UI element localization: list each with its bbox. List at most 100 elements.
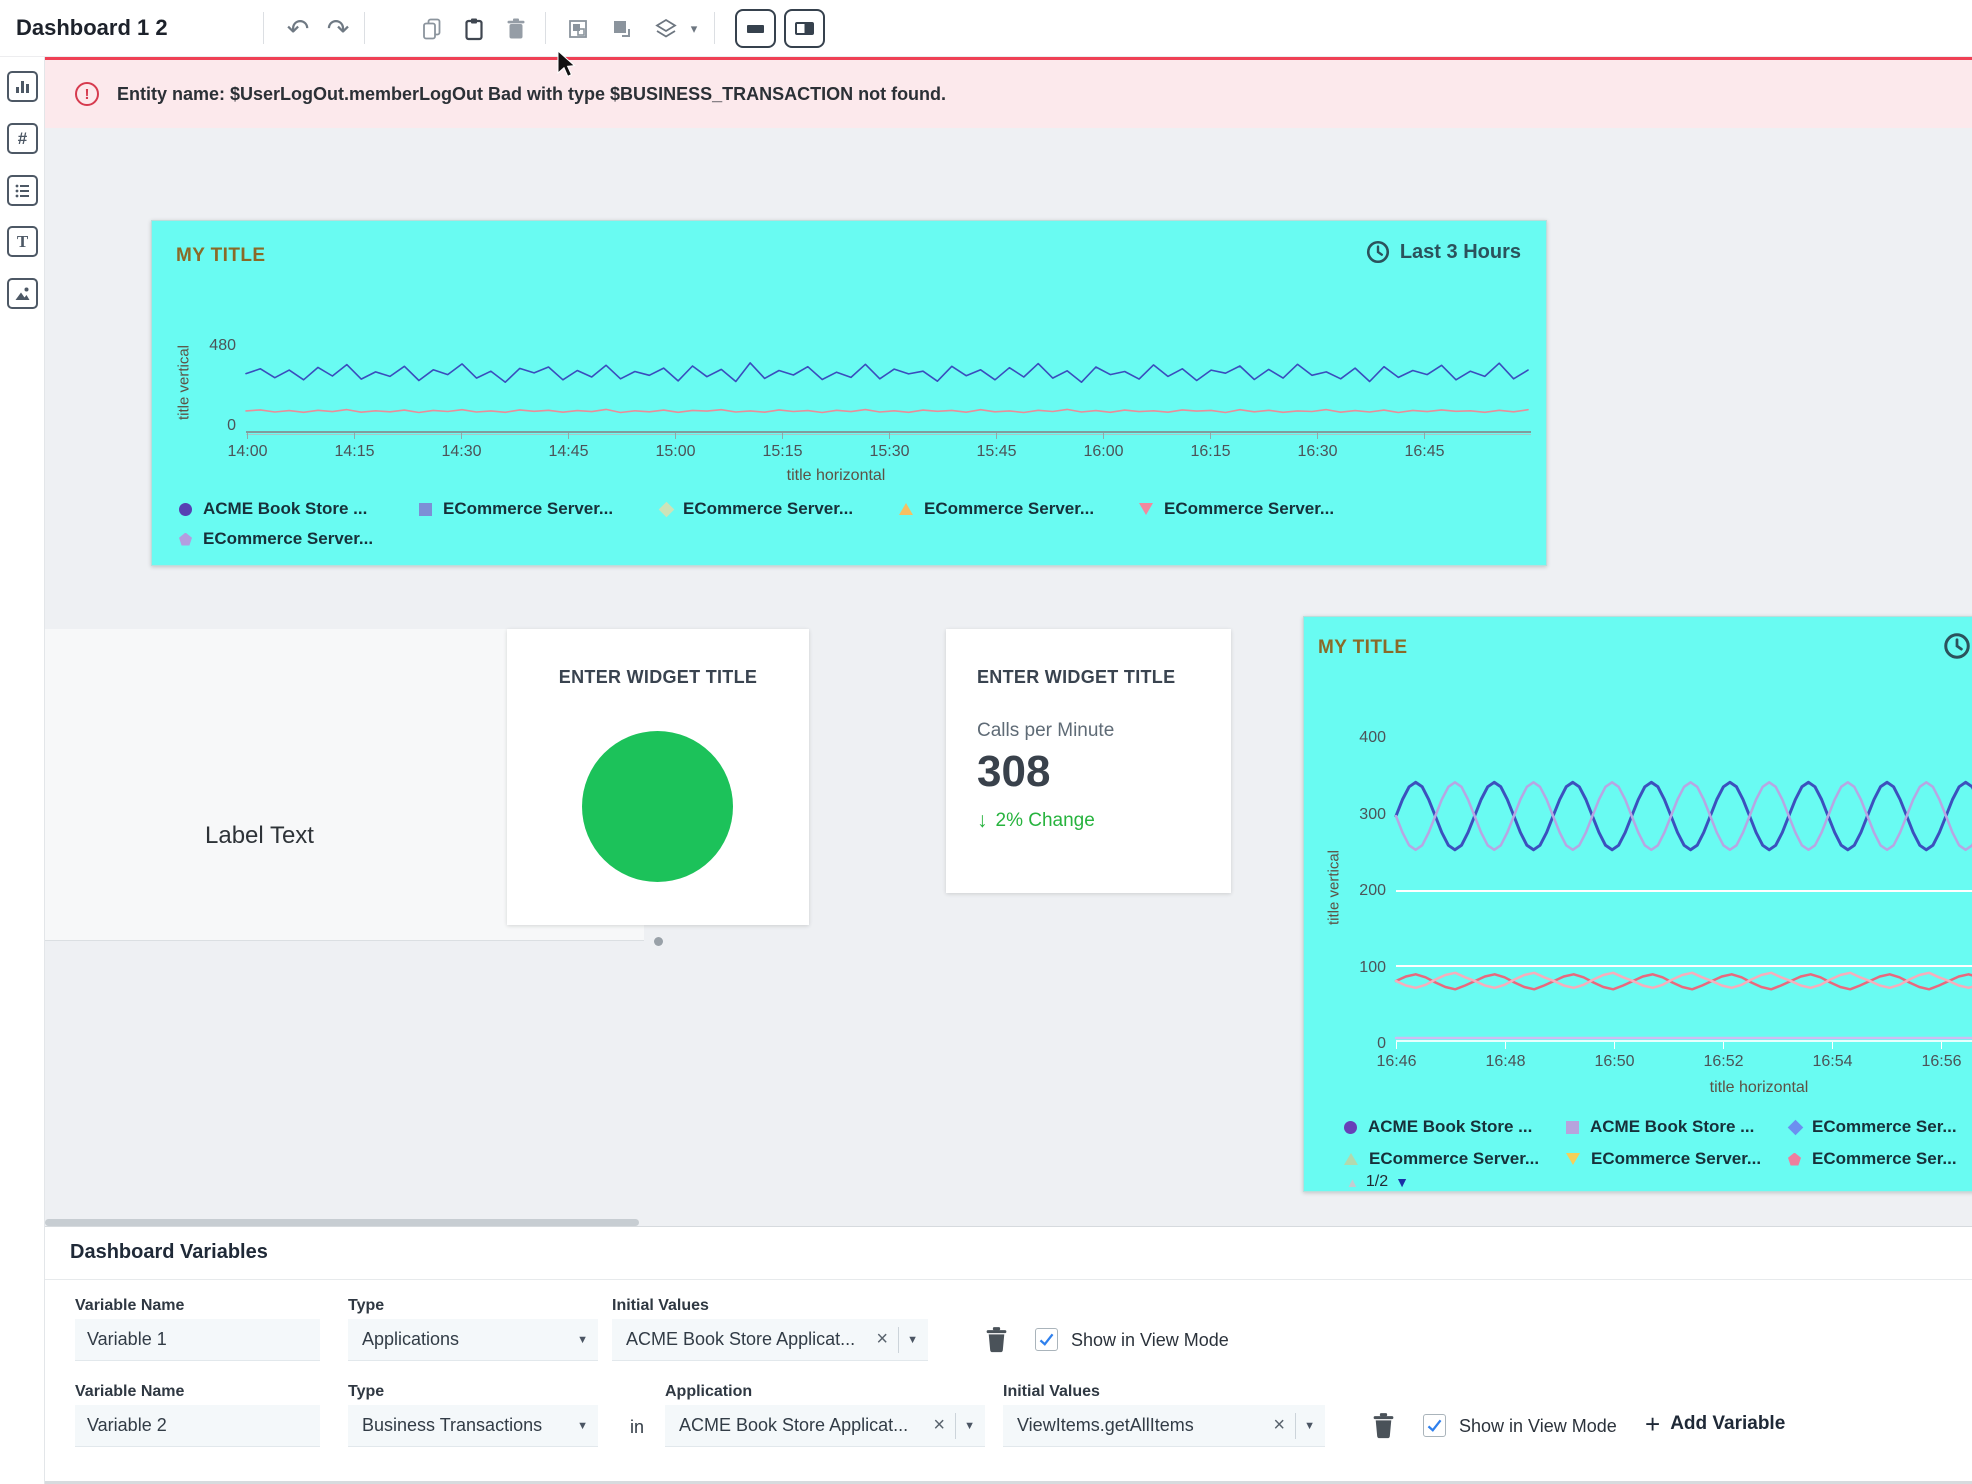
timeseries-widget-1[interactable]: MY TITLE Last 3 Hours title vertical 480… [151, 220, 1547, 566]
clock-icon [1365, 239, 1391, 265]
x-tick: 14:00 [194, 433, 301, 461]
legend-label: ACME Book Store ... [1590, 1117, 1754, 1137]
tick-mark [568, 433, 569, 439]
trash-icon [983, 1325, 1010, 1354]
legend-item[interactable]: ACME Book Store ... [1566, 1117, 1788, 1137]
copy-button[interactable] [414, 11, 450, 47]
error-banner: ! Entity name: $UserLogOut.memberLogOut … [45, 57, 1972, 128]
metric-widget[interactable]: ENTER WIDGET TITLE Calls per Minute 308 … [946, 629, 1231, 893]
chart-legend: ACME Book Store ...ACME Book Store ...EC… [1344, 1117, 1972, 1181]
time-range[interactable] [1942, 631, 1972, 666]
application-select[interactable]: ACME Book Store Applicat... × ▼ [665, 1405, 985, 1447]
add-chart-widget-button[interactable] [7, 71, 38, 102]
dashboard-variables-panel: Dashboard Variables Variable Name Type A… [45, 1226, 1972, 1484]
legend-item[interactable]: ECommerce Server... [1344, 1149, 1566, 1169]
x-tick: 14:30 [408, 433, 515, 461]
legend-item[interactable]: ECommerce Ser... [1788, 1149, 1972, 1169]
chevron-down-icon: ▼ [577, 1334, 588, 1346]
arrow-down-icon: ↓ [977, 809, 988, 833]
initial-values-select[interactable]: ViewItems.getAllItems × ▼ [1003, 1405, 1325, 1447]
x-tick: 14:15 [301, 433, 408, 461]
list-icon [13, 181, 32, 200]
triangle-up-marker-icon [1344, 1153, 1358, 1165]
redo-button[interactable]: ↷ [320, 11, 356, 47]
toggle-bottom-panel-button[interactable] [735, 9, 776, 48]
add-list-widget-button[interactable] [7, 175, 38, 206]
health-widget[interactable]: ENTER WIDGET TITLE [507, 629, 809, 925]
label-text-widget[interactable]: Label Text [205, 822, 314, 850]
triangle-down-marker-icon [1566, 1153, 1580, 1165]
legend-item[interactable]: ECommerce Server... [1566, 1149, 1788, 1169]
legend-item[interactable]: ACME Book Store ... [1344, 1117, 1566, 1137]
horizontal-scrollbar[interactable] [45, 1219, 639, 1226]
selected-initial-value: ACME Book Store Applicat... [626, 1329, 866, 1350]
add-numeric-widget-button[interactable]: # [7, 123, 38, 154]
legend-item[interactable]: ECommerce Server... [419, 499, 659, 519]
page-up-icon[interactable]: ▲ [1346, 1175, 1359, 1190]
layers-button[interactable] [648, 11, 684, 47]
delete-variable-button[interactable] [983, 1325, 1010, 1357]
health-status-circle [582, 731, 733, 882]
add-text-widget-button[interactable]: T [7, 226, 38, 257]
tick-mark [1424, 433, 1425, 439]
chart-line [246, 363, 1528, 382]
timeseries-widget-2[interactable]: MY TITLE title vertical 4003002001000 16… [1303, 616, 1972, 1192]
group-button[interactable] [560, 11, 596, 47]
remove-value-icon[interactable]: × [1273, 1414, 1285, 1437]
tick-mark [782, 433, 783, 439]
plus-icon: + [1645, 1411, 1660, 1437]
circle-marker-icon [179, 503, 192, 516]
legend-item[interactable]: ECommerce Server... [1139, 499, 1379, 519]
legend-item[interactable]: ACME Book Store ... [179, 499, 419, 519]
remove-value-icon[interactable]: × [933, 1414, 945, 1437]
variable-name-input[interactable] [75, 1405, 320, 1447]
type-select[interactable]: Applications ▼ [348, 1319, 598, 1361]
bottom-panel-icon [747, 25, 764, 33]
delete-variable-button[interactable] [1370, 1411, 1397, 1443]
tick-label: 14:15 [334, 443, 374, 461]
chevron-down-icon[interactable]: ▼ [1304, 1420, 1315, 1432]
toggle-right-panel-button[interactable] [784, 9, 825, 48]
divider [898, 1327, 899, 1353]
in-label: in [630, 1417, 644, 1438]
delete-button[interactable] [498, 11, 534, 47]
chevron-down-icon: ▾ [691, 21, 698, 37]
legend-item[interactable]: ECommerce Server... [179, 529, 419, 549]
selected-type: Applications [362, 1329, 569, 1350]
legend-item[interactable]: ECommerce Server... [899, 499, 1139, 519]
page-down-icon[interactable]: ▼ [1395, 1174, 1409, 1190]
toolbar-divider [545, 12, 546, 44]
time-range[interactable]: Last 3 Hours [1365, 239, 1521, 265]
tick-label: 15:00 [655, 443, 695, 461]
triangle-up-marker-icon [899, 503, 913, 515]
x-tick: 15:30 [836, 433, 943, 461]
toolbar-divider [364, 12, 365, 44]
show-in-view-mode-checkbox[interactable] [1423, 1414, 1446, 1437]
ungroup-button[interactable] [604, 11, 640, 47]
show-in-view-mode-checkbox[interactable] [1035, 1328, 1058, 1351]
type-select[interactable]: Business Transactions ▼ [348, 1405, 598, 1447]
legend-label: ECommerce Server... [443, 499, 613, 519]
tick-mark [1941, 1042, 1942, 1049]
tick-label: 14:00 [227, 443, 267, 461]
add-image-widget-button[interactable] [7, 278, 38, 309]
widget-title: ENTER WIDGET TITLE [977, 667, 1175, 688]
add-variable-button[interactable]: + Add Variable [1645, 1411, 1785, 1437]
type-label: Type [348, 1383, 384, 1401]
initial-values-label: Initial Values [1003, 1383, 1100, 1401]
variable-name-input[interactable] [75, 1319, 320, 1361]
chevron-down-icon[interactable]: ▼ [964, 1420, 975, 1432]
initial-values-select[interactable]: ACME Book Store Applicat... × ▼ [612, 1319, 928, 1361]
tick-label: 16:54 [1812, 1053, 1852, 1071]
undo-button[interactable]: ↶ [280, 11, 316, 47]
legend-item[interactable]: ECommerce Server... [659, 499, 899, 519]
remove-value-icon[interactable]: × [876, 1328, 888, 1351]
x-tick: 15:00 [622, 433, 729, 461]
paste-button[interactable] [456, 11, 492, 47]
layers-dropdown-button[interactable]: ▾ [684, 11, 704, 47]
chevron-down-icon[interactable]: ▼ [907, 1334, 918, 1346]
tick-label: 14:30 [441, 443, 481, 461]
resize-handle[interactable] [654, 937, 663, 946]
time-range-label: Last 3 Hours [1400, 241, 1521, 264]
legend-item[interactable]: ECommerce Ser... [1788, 1117, 1972, 1137]
